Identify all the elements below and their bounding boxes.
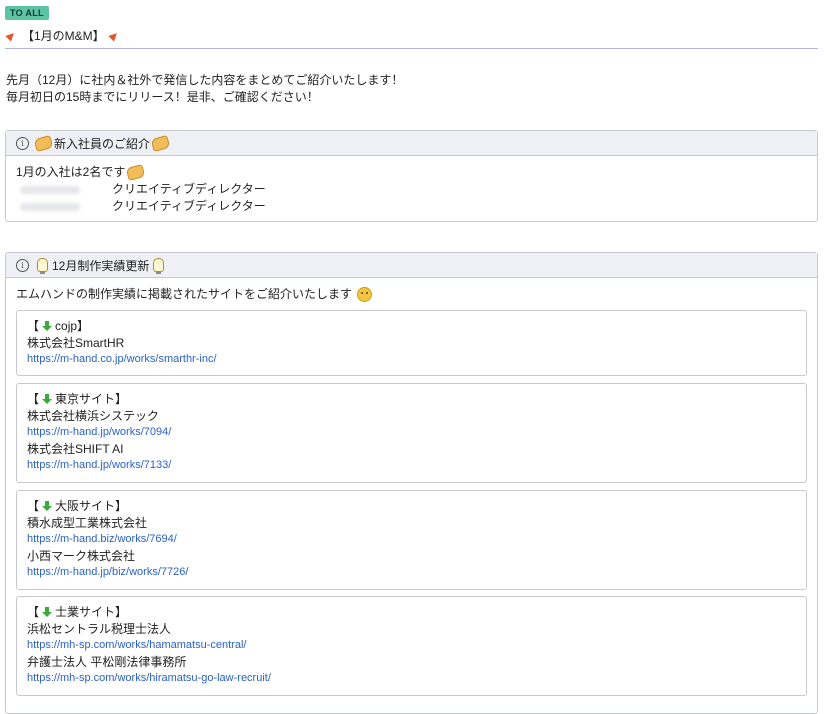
handshake-icon bbox=[150, 134, 171, 152]
card-label: 【 士業サイト】 bbox=[27, 604, 796, 621]
company-name: 弁護士法人 平松剛法律事務所 bbox=[27, 654, 187, 669]
handshake-icon bbox=[125, 164, 146, 182]
work-link[interactable]: https://m-hand.jp/works/7094/ bbox=[27, 424, 796, 441]
pushpin-icon bbox=[109, 30, 119, 40]
info-icon: i bbox=[16, 258, 29, 272]
work-link[interactable]: https://mh-sp.com/works/hiramatsu-go-law… bbox=[27, 670, 796, 687]
members-lead: 1月の入社は2名です bbox=[16, 164, 807, 182]
down-arrow-icon bbox=[42, 607, 53, 617]
title-separator bbox=[5, 48, 818, 49]
members-lead-text: 1月の入社は2名です bbox=[16, 165, 126, 179]
thinking-face-icon bbox=[357, 287, 373, 303]
light-bulb-icon bbox=[37, 258, 48, 274]
works-card-cojp: 【 cojp】 株式会社SmartHR https://m-hand.co.jp/… bbox=[16, 310, 807, 376]
panel-header: i 12月制作実績更新 bbox=[6, 253, 817, 278]
to-all-badge: TO ALL bbox=[5, 6, 49, 20]
member-row: クリエイティブディレクター bbox=[16, 198, 807, 215]
message-title: 【1月のM&M】 bbox=[6, 27, 119, 43]
member-role: クリエイティブディレクター bbox=[112, 199, 266, 213]
title-text: 【1月のM&M】 bbox=[22, 28, 105, 43]
label-bracket: 【 bbox=[27, 499, 40, 513]
work-link[interactable]: https://m-hand.biz/works/7694/ bbox=[27, 531, 796, 548]
company-name: 浜松セントラル税理士法人 bbox=[27, 621, 172, 636]
label-text: 東京サイト】 bbox=[55, 392, 128, 406]
work-link[interactable]: https://m-hand.co.jp/works/smarthr-inc/ bbox=[27, 351, 796, 368]
work-link[interactable]: https://m-hand.jp/works/7133/ bbox=[27, 457, 796, 474]
light-bulb-icon bbox=[153, 258, 165, 274]
works-lead: エムハンドの制作実績に掲載されたサイトをご紹介いたします bbox=[6, 278, 817, 303]
company-name: 小西マーク株式会社 bbox=[27, 548, 136, 563]
panel-body: 1月の入社は2名です クリエイティブディレクター クリエイティブディレクター bbox=[6, 156, 817, 223]
label-bracket: 【 bbox=[27, 392, 40, 406]
member-row: クリエイティブディレクター bbox=[16, 181, 807, 198]
panel-header: i 新入社員のご紹介 bbox=[6, 131, 817, 156]
work-link[interactable]: https://mh-sp.com/works/hamamatsu-centra… bbox=[27, 637, 796, 654]
label-bracket: 【 bbox=[27, 319, 40, 333]
card-label: 【 大阪サイト】 bbox=[27, 498, 796, 515]
down-arrow-icon bbox=[42, 321, 53, 331]
company-name: 積水成型工業株式会社 bbox=[27, 515, 148, 530]
work-link[interactable]: https://m-hand.jp/biz/works/7726/ bbox=[27, 564, 796, 581]
panel-title: 新入社員のご紹介 bbox=[54, 136, 151, 151]
down-arrow-icon bbox=[42, 501, 53, 511]
redacted-name bbox=[20, 185, 80, 194]
pushpin-icon bbox=[6, 30, 16, 40]
intro-text: 先月（12月）に社内＆社外で発信した内容をまとめてご紹介いたします！ 毎月初日の… bbox=[6, 72, 403, 106]
intro-line-1: 先月（12月）に社内＆社外で発信した内容をまとめてご紹介いたします！ bbox=[6, 73, 404, 87]
label-bracket: 【 bbox=[27, 605, 40, 619]
redacted-name bbox=[20, 202, 80, 211]
works-card-tokyo: 【 東京サイト】 株式会社横浜システック https://m-hand.jp/wo… bbox=[16, 383, 807, 483]
company-name: 株式会社SHIFT AI bbox=[27, 441, 124, 456]
panel-title: 12月制作実績更新 bbox=[52, 258, 150, 273]
company-name: 株式会社SmartHR bbox=[27, 335, 125, 350]
company-name: 株式会社横浜システック bbox=[27, 408, 160, 423]
works-card-professional: 【 士業サイト】 浜松セントラル税理士法人 https://mh-sp.com/w… bbox=[16, 596, 807, 696]
intro-line-2: 毎月初日の15時までにリリース！是非、ご確認ください！ bbox=[6, 90, 319, 104]
works-card-osaka: 【 大阪サイト】 積水成型工業株式会社 https://m-hand.biz/wo… bbox=[16, 490, 807, 590]
card-label: 【 cojp】 bbox=[27, 318, 796, 335]
works-panel: i 12月制作実績更新 エムハンドの制作実績に掲載されたサイトをご紹介いたします… bbox=[5, 252, 818, 714]
label-text: 士業サイト】 bbox=[55, 605, 128, 619]
label-text: 大阪サイト】 bbox=[55, 499, 128, 513]
down-arrow-icon bbox=[42, 394, 53, 404]
works-lead-text: エムハンドの制作実績に掲載されたサイトをご紹介いたします bbox=[16, 287, 353, 301]
card-label: 【 東京サイト】 bbox=[27, 391, 796, 408]
handshake-icon bbox=[33, 134, 54, 152]
info-icon: i bbox=[16, 136, 29, 150]
new-members-panel: i 新入社員のご紹介 1月の入社は2名です クリエイティブディレクター クリエイ… bbox=[5, 130, 818, 222]
label-text: cojp】 bbox=[55, 319, 90, 333]
member-role: クリエイティブディレクター bbox=[112, 182, 266, 196]
